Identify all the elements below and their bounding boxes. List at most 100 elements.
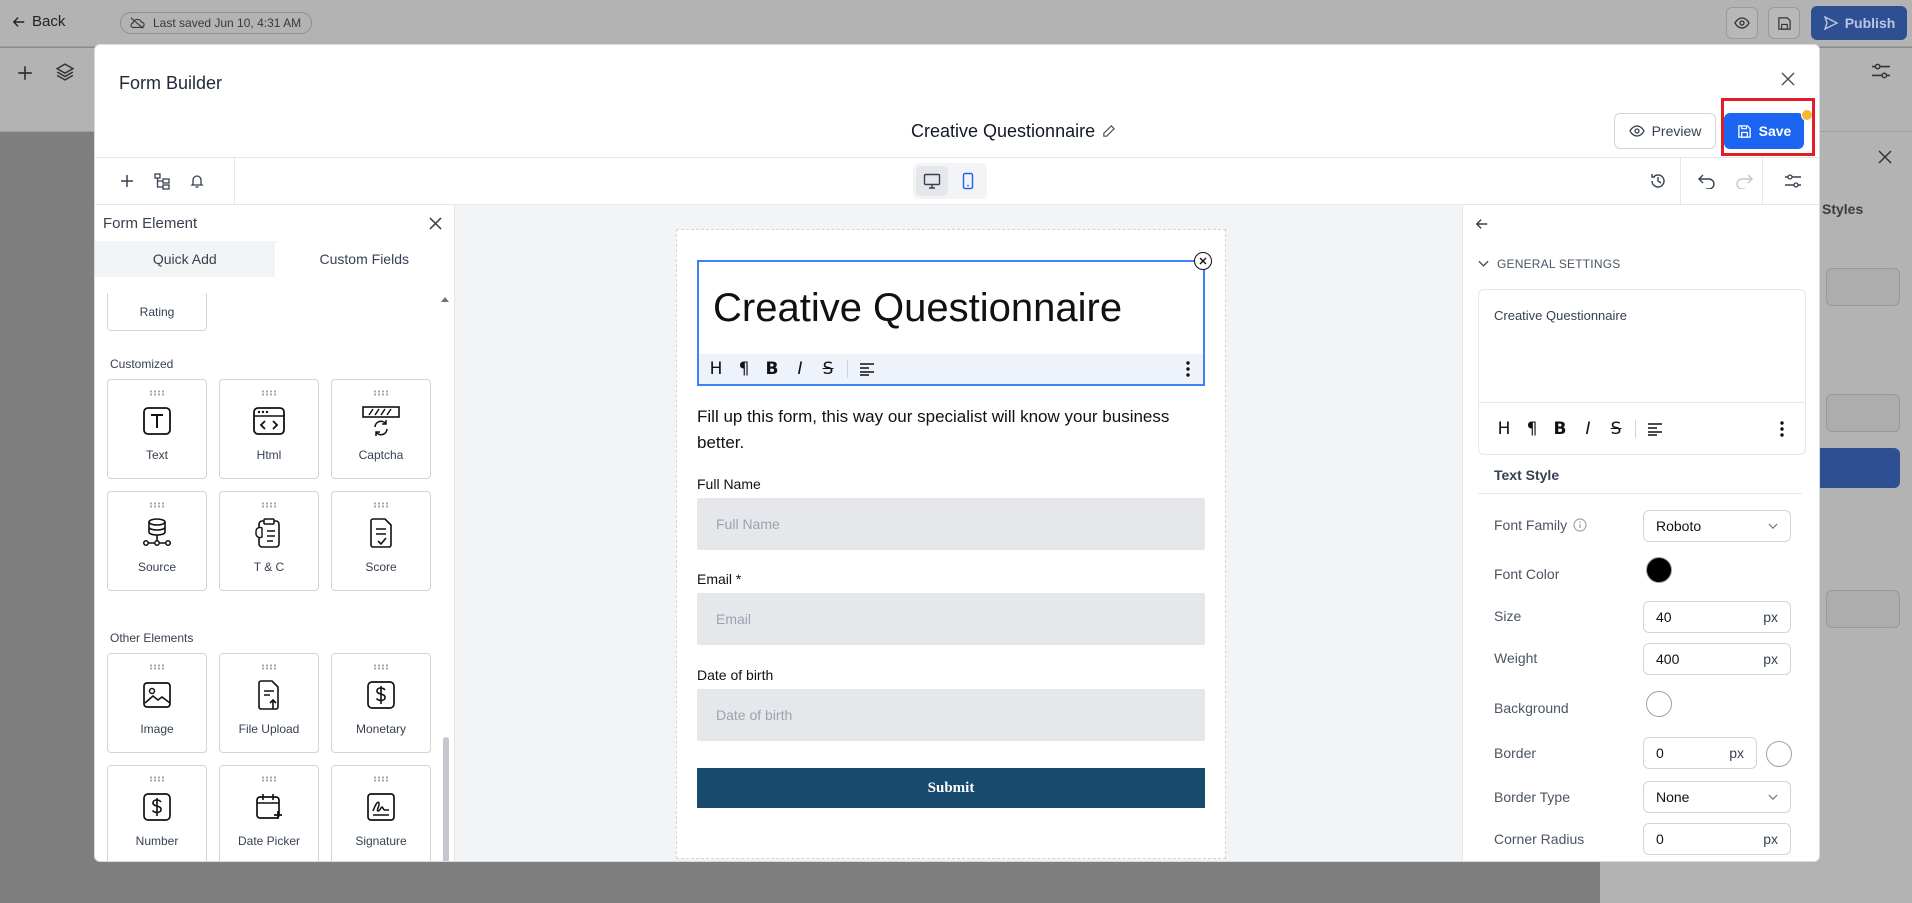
drag-handle-icon [149, 502, 165, 508]
drag-handle-icon [373, 776, 389, 782]
text-style-label: Text Style [1494, 467, 1560, 483]
close-panel-icon[interactable] [1878, 150, 1892, 164]
tile-monetary[interactable]: Monetary [331, 653, 431, 753]
builder-toolbar [95, 157, 1819, 205]
mobile-view-button[interactable] [952, 166, 984, 196]
form-intro-text[interactable]: Fill up this form, this way our speciali… [697, 404, 1197, 456]
border-type-select[interactable]: None [1643, 781, 1791, 813]
font-family-select[interactable]: Roboto [1643, 510, 1791, 542]
close-modal-button[interactable] [1778, 69, 1798, 89]
chevron-down-icon [1478, 260, 1489, 268]
size-input[interactable]: 40 px [1643, 601, 1791, 633]
corner-radius-input[interactable]: 0 px [1643, 823, 1791, 855]
border-type-label: Border Type [1494, 789, 1571, 805]
save-app-button[interactable] [1768, 7, 1800, 39]
drag-handle-icon [261, 390, 277, 396]
arrow-left-icon [12, 15, 26, 29]
preview-button[interactable]: Preview [1614, 113, 1716, 149]
section-label-other-elements: Other Elements [110, 631, 194, 645]
desktop-view-button[interactable] [916, 166, 948, 196]
form-name[interactable]: Creative Questionnaire [911, 121, 1116, 142]
modal-title: Form Builder [119, 73, 223, 93]
tab-custom-fields[interactable]: Custom Fields [274, 241, 454, 277]
settings-sliders-button[interactable] [1775, 158, 1811, 204]
submit-button[interactable]: Submit [697, 768, 1205, 808]
publish-button[interactable]: Publish [1811, 6, 1907, 40]
form-heading[interactable]: Creative Questionnaire [713, 286, 1122, 331]
date-picker-icon [254, 790, 284, 824]
signature-icon [366, 790, 396, 824]
styles-tab[interactable]: Styles [1822, 201, 1863, 217]
font-color-swatch[interactable] [1646, 557, 1672, 583]
italic-icon[interactable]: I [791, 359, 809, 379]
back-button[interactable]: Back [12, 13, 65, 30]
tile-label: Source [137, 560, 177, 574]
history-icon [1649, 172, 1667, 190]
mobile-icon [962, 172, 974, 190]
background-color-swatch[interactable] [1646, 691, 1672, 717]
date-of-birth-input[interactable]: Date of birth [697, 689, 1205, 741]
weight-input[interactable]: 400 px [1643, 643, 1791, 675]
pencil-icon[interactable] [1101, 124, 1116, 139]
tile-source[interactable]: Source [107, 491, 207, 591]
tile-score[interactable]: Score [331, 491, 431, 591]
tile-rating[interactable]: Rating [107, 293, 207, 331]
heading-format-icon[interactable]: H [707, 359, 725, 379]
bell-icon[interactable] [189, 173, 205, 189]
structure-icon[interactable] [153, 172, 171, 190]
paragraph-icon[interactable]: ¶ [1523, 419, 1541, 439]
chevron-down-icon [1768, 794, 1778, 801]
toolbar-divider [1635, 419, 1636, 438]
toolbar-left-group [95, 158, 235, 204]
full-name-input[interactable]: Full Name [697, 498, 1205, 550]
eye-icon [1734, 15, 1750, 31]
tile-label: T & C [253, 560, 285, 574]
border-input[interactable]: 0 px [1643, 737, 1757, 769]
add-icon[interactable] [16, 64, 34, 82]
tile-html[interactable]: Html [219, 379, 319, 479]
remove-element-button[interactable] [1194, 252, 1212, 270]
preview-app-button[interactable] [1726, 7, 1758, 39]
tile-signature[interactable]: Signature [331, 765, 431, 861]
bold-icon[interactable]: B [1551, 419, 1569, 439]
field-label-date-of-birth: Date of birth [697, 667, 774, 683]
settings-back-button[interactable] [1475, 217, 1489, 231]
email-input[interactable]: Email [697, 593, 1205, 645]
tile-captcha[interactable]: Captcha [331, 379, 431, 479]
align-left-icon[interactable] [1646, 420, 1664, 438]
tile-file-upload[interactable]: File Upload [219, 653, 319, 753]
paragraph-icon[interactable]: ¶ [735, 359, 753, 379]
info-icon[interactable] [1573, 518, 1587, 532]
general-settings-toggle[interactable]: GENERAL SETTINGS [1478, 257, 1620, 271]
tile-number[interactable]: Number [107, 765, 207, 861]
strikethrough-icon[interactable]: S [819, 359, 837, 379]
heading-format-icon[interactable]: H [1495, 419, 1513, 439]
drag-handle-icon [261, 502, 277, 508]
add-element-icon[interactable] [119, 173, 135, 189]
heading-element[interactable]: Creative Questionnaire H ¶ B I S [697, 260, 1205, 386]
tile-image[interactable]: Image [107, 653, 207, 753]
italic-icon[interactable]: I [1579, 419, 1597, 439]
more-vertical-icon[interactable] [1773, 420, 1791, 438]
close-panel-icon[interactable] [429, 216, 442, 230]
heading-text-editor[interactable]: Creative Questionnaire H ¶ B I S [1478, 289, 1806, 455]
panel-scrollbar-thumb[interactable] [443, 737, 449, 861]
history-button[interactable] [1635, 158, 1681, 204]
editor-text[interactable]: Creative Questionnaire [1494, 308, 1627, 323]
align-left-icon[interactable] [858, 360, 876, 378]
sliders-icon[interactable] [1871, 62, 1891, 80]
redo-button[interactable] [1725, 158, 1763, 204]
tile-date-picker[interactable]: Date Picker [219, 765, 319, 861]
layers-icon[interactable] [56, 63, 74, 81]
bold-icon[interactable]: B [763, 359, 781, 379]
tab-quick-add[interactable]: Quick Add [95, 241, 275, 277]
tile-text[interactable]: Text [107, 379, 207, 479]
tile-terms[interactable]: T & C [219, 491, 319, 591]
save-highlight-box [1721, 98, 1815, 156]
strikethrough-icon[interactable]: S [1607, 419, 1625, 439]
undo-button[interactable] [1691, 158, 1723, 204]
tile-label: Number [135, 834, 179, 848]
corner-radius-unit: px [1763, 831, 1778, 847]
more-vertical-icon[interactable] [1179, 360, 1197, 378]
border-color-swatch[interactable] [1766, 741, 1792, 767]
